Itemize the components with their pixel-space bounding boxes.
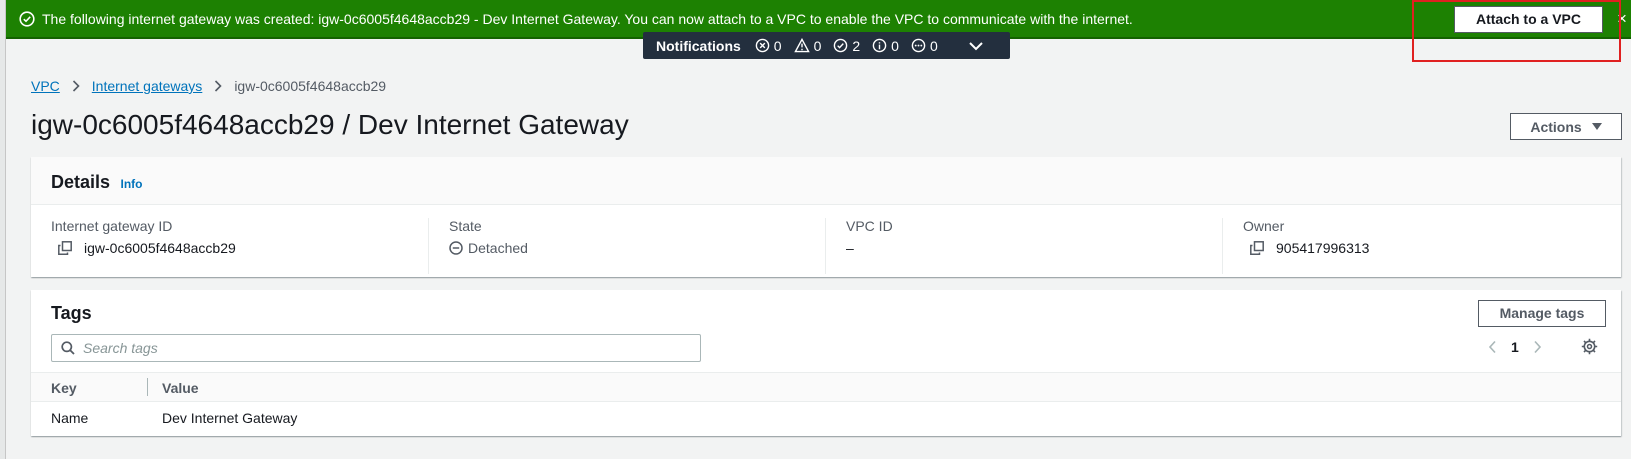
detail-vpc-id: VPC ID – [825,218,1222,274]
chevron-left-icon[interactable] [1488,340,1497,354]
detail-label: VPC ID [846,218,893,234]
tag-value-cell: Dev Internet Gateway [162,410,298,426]
search-icon [61,341,75,355]
detail-value: igw-0c6005f4648accb29 [84,240,236,256]
error-count[interactable]: 0 [755,38,782,54]
column-header-key[interactable]: Key [51,380,77,396]
info-icon [872,38,887,53]
in-progress-icon [911,38,926,53]
detail-value: Detached [468,240,528,256]
in-progress-count[interactable]: 0 [911,38,938,54]
success-check-icon [19,11,35,27]
chevron-right-icon [72,80,80,92]
detail-value: – [846,240,854,256]
detail-label: Internet gateway ID [51,218,173,234]
detached-icon [449,241,463,255]
info-link[interactable]: Info [120,177,142,191]
search-tags-input[interactable] [83,340,673,356]
detail-state: State Detached [428,218,825,274]
warning-count[interactable]: 0 [793,38,821,54]
details-header: Details Info [31,157,1621,205]
page-title: igw-0c6005f4648accb29 / Dev Internet Gat… [31,109,629,140]
chevron-right-icon[interactable] [1533,340,1542,354]
breadcrumb-internet-gateways[interactable]: Internet gateways [92,78,203,94]
page-number[interactable]: 1 [1511,339,1519,355]
caret-down-icon [1591,123,1602,130]
error-icon [755,38,770,53]
column-header-value[interactable]: Value [162,380,199,396]
success-count[interactable]: 2 [833,38,860,54]
breadcrumb: VPC Internet gateways igw-0c6005f4648acc… [31,78,386,94]
details-title: Details [51,172,111,192]
detail-label: Owner [1243,218,1285,234]
detail-igw-id: Internet gateway ID igw-0c6005f4648accb2… [31,218,428,274]
warning-icon [793,38,810,53]
breadcrumb-vpc[interactable]: VPC [31,78,60,94]
success-icon [834,38,848,53]
column-divider[interactable] [147,378,148,396]
actions-label: Actions [1530,118,1582,135]
notifications-title: Notifications [656,37,741,54]
actions-dropdown-button[interactable]: Actions [1510,113,1622,140]
detail-owner: Owner 905417996313 [1222,218,1619,274]
gear-icon[interactable] [1581,338,1598,355]
copy-icon[interactable] [1250,241,1264,255]
pagination: 1 [1488,339,1542,355]
detail-value: 905417996313 [1276,240,1370,256]
manage-tags-button[interactable]: Manage tags [1478,300,1606,327]
tags-table-header: Key Value [31,372,1621,402]
attach-to-vpc-button[interactable]: Attach to a VPC [1454,6,1603,33]
breadcrumb-current: igw-0c6005f4648accb29 [234,78,387,94]
tag-key-cell: Name [51,410,89,426]
chevron-right-icon [214,80,222,92]
detail-label: State [449,218,482,234]
left-nav-edge [0,0,6,459]
close-icon[interactable]: × [1617,9,1627,29]
search-tags-field[interactable] [51,334,701,362]
tags-panel: Tags Manage tags 1 Key Value Name Dev In… [31,290,1621,436]
info-count[interactable]: 0 [872,38,899,54]
tags-title: Tags [51,303,92,323]
table-row: Name Dev Internet Gateway [31,402,1621,434]
details-panel: Details Info Internet gateway ID igw-0c6… [31,157,1621,277]
chevron-down-icon[interactable] [968,41,984,51]
flash-message: The following internet gateway was creat… [42,11,1133,27]
copy-icon[interactable] [58,241,72,255]
notifications-bar[interactable]: Notifications 0 0 2 0 0 [643,32,1010,59]
